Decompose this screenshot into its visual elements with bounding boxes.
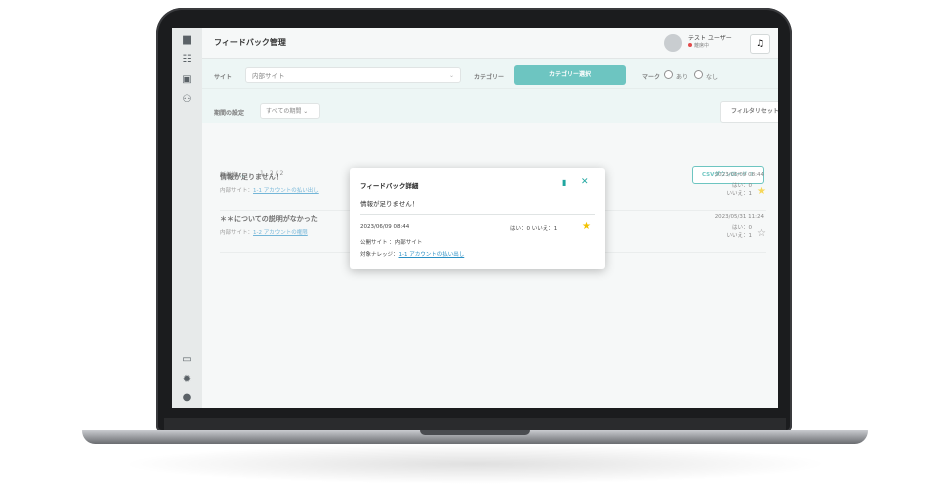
dashboard-icon[interactable]: ▣ [181, 74, 193, 86]
users-icon[interactable]: ⚇ [181, 94, 193, 106]
modal-body: 情報が足りません！ [360, 200, 419, 208]
modal-target-link[interactable]: 1-1 アカウントの払い出し [399, 252, 465, 258]
side-rail: ▆ ☷ ▣ ⚇ ▭ ✹ ● [172, 28, 202, 408]
user-name: テスト ユーザー [688, 35, 732, 42]
laptop-shadow [120, 444, 830, 484]
bell-icon[interactable]: ♫ [750, 34, 770, 54]
help-icon[interactable]: ● [181, 392, 193, 404]
modal-target: 対象ナレッジ：1-1 アカウントの払い出し [360, 250, 464, 258]
trash-icon[interactable]: ▮ [562, 178, 566, 187]
modal-target-label: 対象ナレッジ： [360, 252, 399, 258]
modal-divider [360, 214, 595, 215]
modal-site: 公開サイト ：内部サイト [360, 240, 423, 246]
document-icon[interactable]: ▆ [181, 34, 193, 46]
list-icon[interactable]: ☷ [181, 54, 193, 66]
page-title: フィードバック管理 [214, 38, 286, 47]
feedback-detail-modal: フィードバック詳細 ▮ ✕ 情報が足りません！ 2023/06/09 08:44… [350, 168, 605, 269]
user-status-text: 離席中 [694, 43, 710, 49]
modal-votes: はい：0 いいえ：1 [510, 226, 558, 232]
laptop-screen: ▆ ☷ ▣ ⚇ ▭ ✹ ● フィードバック管理 テスト ユーザー 離席中 ♫ サ… [172, 28, 778, 408]
modal-title: フィードバック詳細 [360, 182, 419, 190]
gear-icon[interactable]: ✹ [181, 374, 193, 386]
laptop-notch [420, 430, 530, 435]
close-icon[interactable]: ✕ [581, 177, 589, 187]
user-status: 離席中 [688, 42, 709, 49]
monitor-icon[interactable]: ▭ [181, 354, 193, 366]
top-bar: フィードバック管理 テスト ユーザー 離席中 ♫ [202, 28, 778, 59]
avatar[interactable] [664, 34, 682, 52]
star-filled-icon[interactable]: ★ [582, 221, 591, 232]
modal-date: 2023/06/09 08:44 [360, 224, 410, 230]
